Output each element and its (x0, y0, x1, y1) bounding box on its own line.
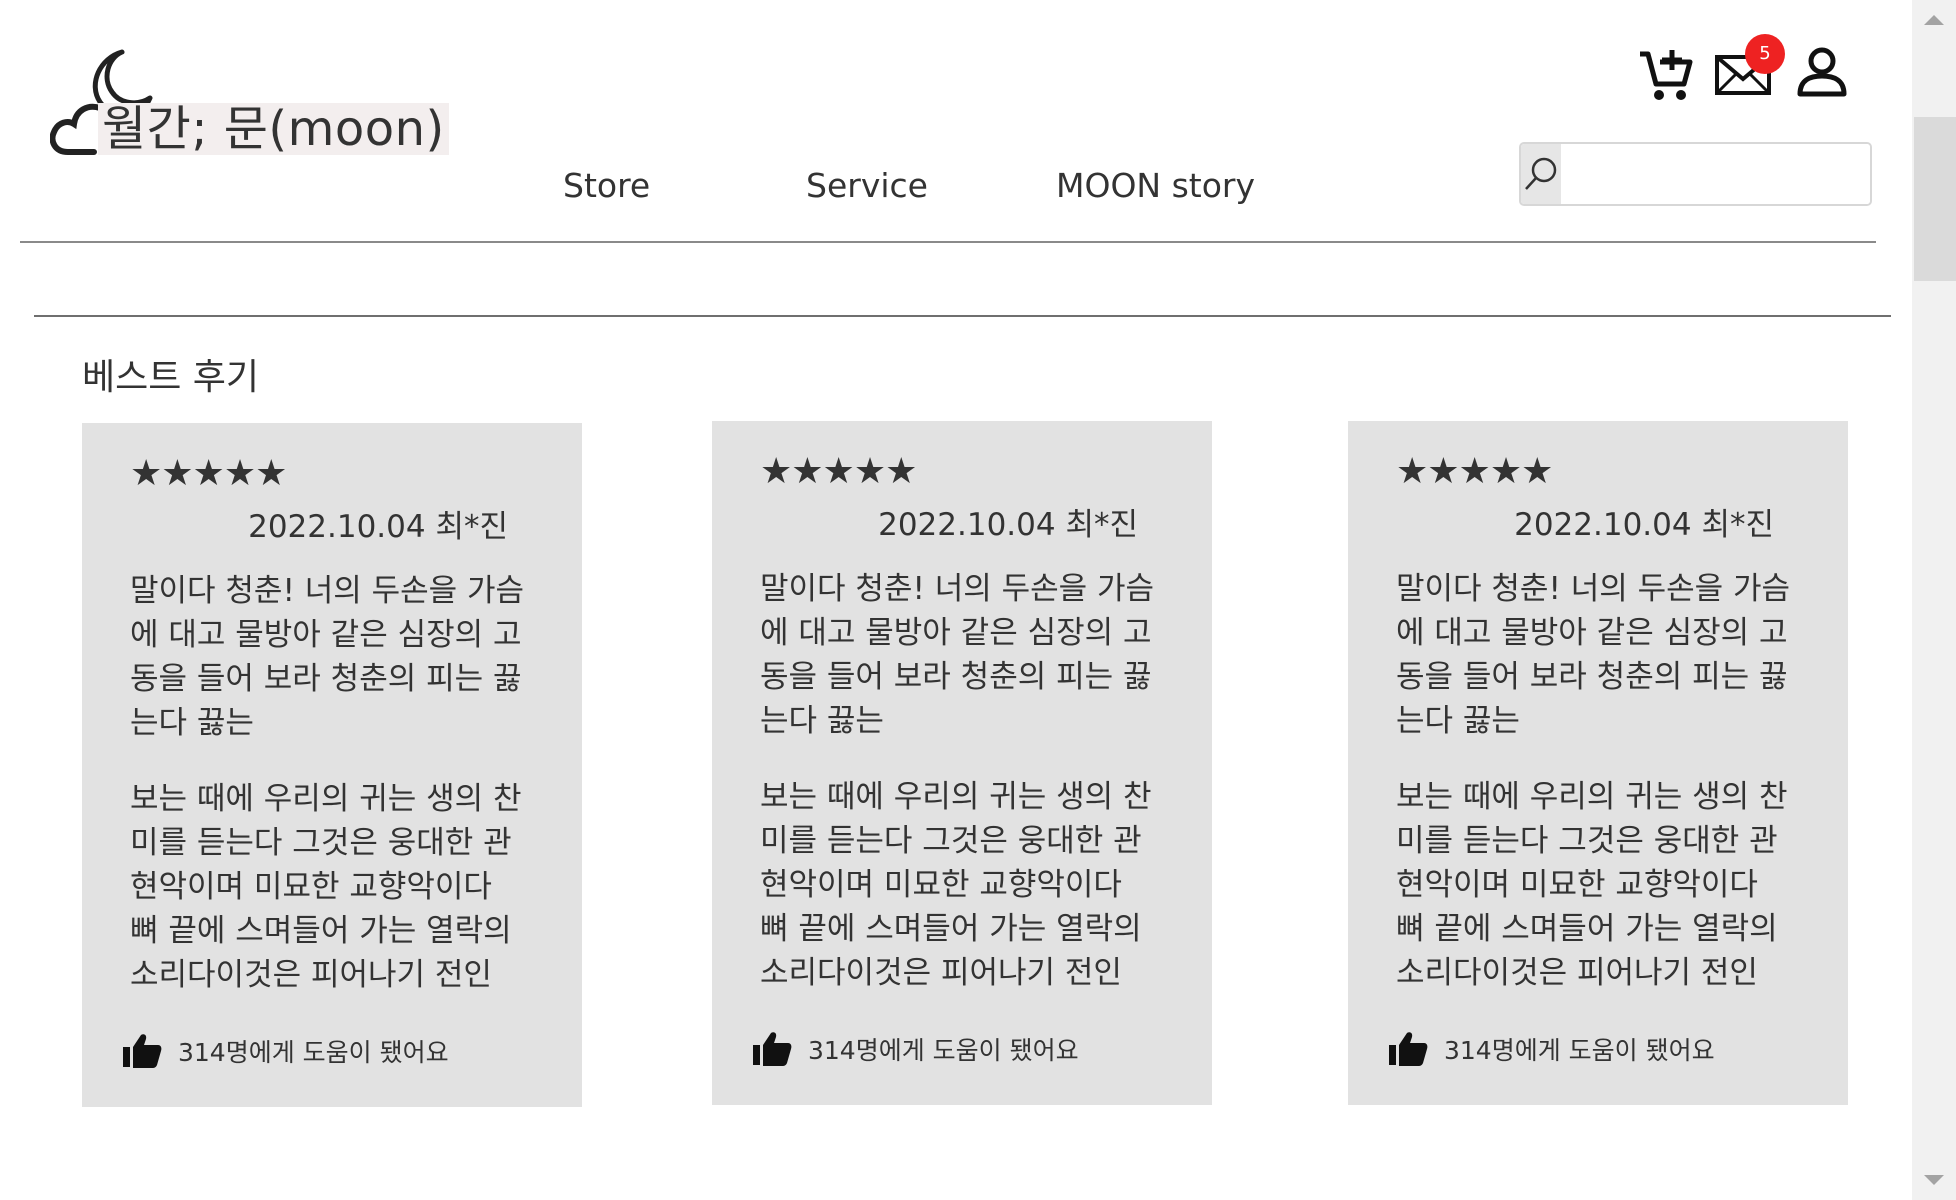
search-box (1519, 142, 1872, 206)
helpful-button[interactable]: 314명에게 도움이 됐어요 (122, 1033, 449, 1069)
cart-add-icon (1640, 50, 1693, 100)
mail-badge: 5 (1745, 34, 1785, 74)
search-button[interactable] (1521, 144, 1561, 204)
review-card: ★★★★★ 2022.10.04 최*진 말이다 청춘! 너의 두손을 가슴에 … (82, 423, 582, 1107)
review-date-author: 2022.10.04 최*진 (248, 509, 508, 545)
nav-store[interactable]: Store (563, 166, 650, 205)
arrow-down-icon (1924, 1175, 1944, 1185)
review-text: 말이다 청춘! 너의 두손을 가슴에 대고 물방아 같은 심장의 고동을 들어 … (1396, 571, 1791, 739)
helpful-button[interactable]: 314명에게 도움이 됐어요 (1388, 1031, 1715, 1067)
helpful-button[interactable]: 314명에게 도움이 됐어요 (752, 1031, 1079, 1067)
search-icon (1525, 157, 1557, 190)
section-title: 베스트 후기 (82, 357, 260, 398)
review-card: ★★★★★ 2022.10.04 최*진 말이다 청춘! 너의 두손을 가슴에 … (1348, 421, 1848, 1105)
scroll-down-button[interactable] (1912, 1160, 1956, 1200)
helpful-count-text: 314명에게 도움이 됐어요 (808, 1036, 1079, 1065)
review-text: 말이다 청춘! 너의 두손을 가슴에 대고 물방아 같은 심장의 고동을 들어 … (130, 573, 525, 741)
review-text: 보는 때에 우리의 귀는 생의 찬미를 듣는다 그것은 웅대한 관현악이며 미묘… (760, 779, 1152, 991)
section-divider (34, 315, 1891, 317)
rating-stars: ★★★★★ (130, 453, 287, 494)
review-date-author: 2022.10.04 최*진 (878, 507, 1138, 543)
thumbs-up-icon (753, 1032, 792, 1066)
nav-service[interactable]: Service (806, 166, 928, 205)
helpful-count-text: 314명에게 도움이 됐어요 (178, 1038, 449, 1067)
cart-button[interactable] (1638, 46, 1694, 106)
review-text: 말이다 청춘! 너의 두손을 가슴에 대고 물방아 같은 심장의 고동을 들어 … (760, 571, 1155, 739)
arrow-up-icon (1924, 15, 1944, 25)
rating-stars: ★★★★★ (760, 451, 917, 492)
search-input[interactable] (1561, 144, 1870, 204)
review-card: ★★★★★ 2022.10.04 최*진 말이다 청춘! 너의 두손을 가슴에 … (712, 421, 1212, 1105)
rating-stars: ★★★★★ (1396, 451, 1553, 492)
logo-text: 월간; 문(moon) (98, 103, 449, 155)
user-icon (1797, 47, 1847, 97)
logo[interactable]: 월간; 문(moon) (50, 48, 450, 168)
thumbs-up-icon (123, 1034, 162, 1068)
scrollbar[interactable] (1912, 0, 1956, 1200)
scroll-up-button[interactable] (1912, 0, 1956, 40)
user-button[interactable] (1795, 46, 1849, 102)
thumbs-up-icon (1389, 1032, 1428, 1066)
review-date-author: 2022.10.04 최*진 (1514, 507, 1774, 543)
review-text: 보는 때에 우리의 귀는 생의 찬미를 듣는다 그것은 웅대한 관현악이며 미묘… (130, 781, 522, 993)
scrollbar-thumb[interactable] (1914, 117, 1956, 281)
review-text: 보는 때에 우리의 귀는 생의 찬미를 듣는다 그것은 웅대한 관현악이며 미묘… (1396, 779, 1788, 991)
nav-moon-story[interactable]: MOON story (1056, 166, 1255, 205)
helpful-count-text: 314명에게 도움이 됐어요 (1444, 1036, 1715, 1065)
header-divider (20, 241, 1876, 243)
